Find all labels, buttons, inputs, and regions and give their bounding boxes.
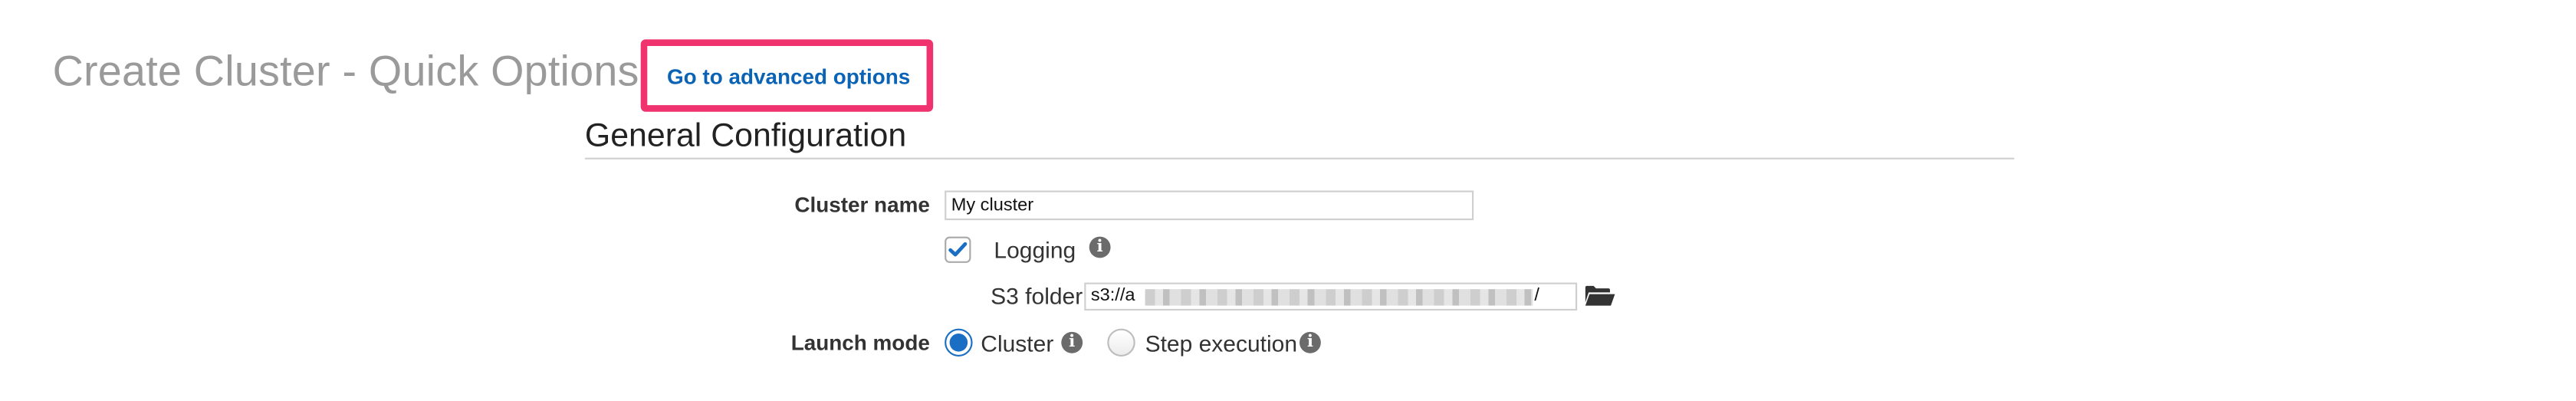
advanced-options-link[interactable]: Go to advanced options <box>667 64 910 88</box>
cluster-name-input[interactable] <box>945 190 1474 221</box>
cluster-name-label: Cluster name <box>794 192 930 217</box>
folder-open-icon[interactable] <box>1584 284 1617 307</box>
create-cluster-page: Create Cluster - Quick Options Go to adv… <box>0 0 2576 401</box>
radio-step-execution[interactable] <box>1107 328 1135 357</box>
logging-checkbox[interactable] <box>945 236 971 263</box>
radio-cluster-label: Cluster <box>981 330 1054 357</box>
section-divider <box>584 157 2015 159</box>
launch-mode-label: Launch mode <box>790 330 930 355</box>
s3-folder-label: S3 folder <box>991 282 1083 309</box>
s3-folder-value-prefix: s3://a <box>1090 285 1135 306</box>
redacted-path <box>1145 289 1533 306</box>
logging-label: Logging <box>994 236 1076 263</box>
s3-folder-input[interactable]: s3://a / <box>1084 282 1578 311</box>
advanced-options-highlight: Go to advanced options <box>640 39 934 112</box>
radio-cluster[interactable] <box>945 328 973 357</box>
step-execution-info-icon[interactable]: i <box>1300 331 1321 353</box>
section-title: General Configuration <box>584 118 907 155</box>
page-title: Create Cluster - Quick Options <box>52 46 639 96</box>
radio-step-execution-label: Step execution <box>1145 330 1298 357</box>
checkmark-icon <box>948 242 968 257</box>
logging-info-icon[interactable]: i <box>1089 236 1111 258</box>
cluster-info-icon[interactable]: i <box>1061 331 1083 353</box>
s3-folder-value-suffix: / <box>1534 285 1539 306</box>
